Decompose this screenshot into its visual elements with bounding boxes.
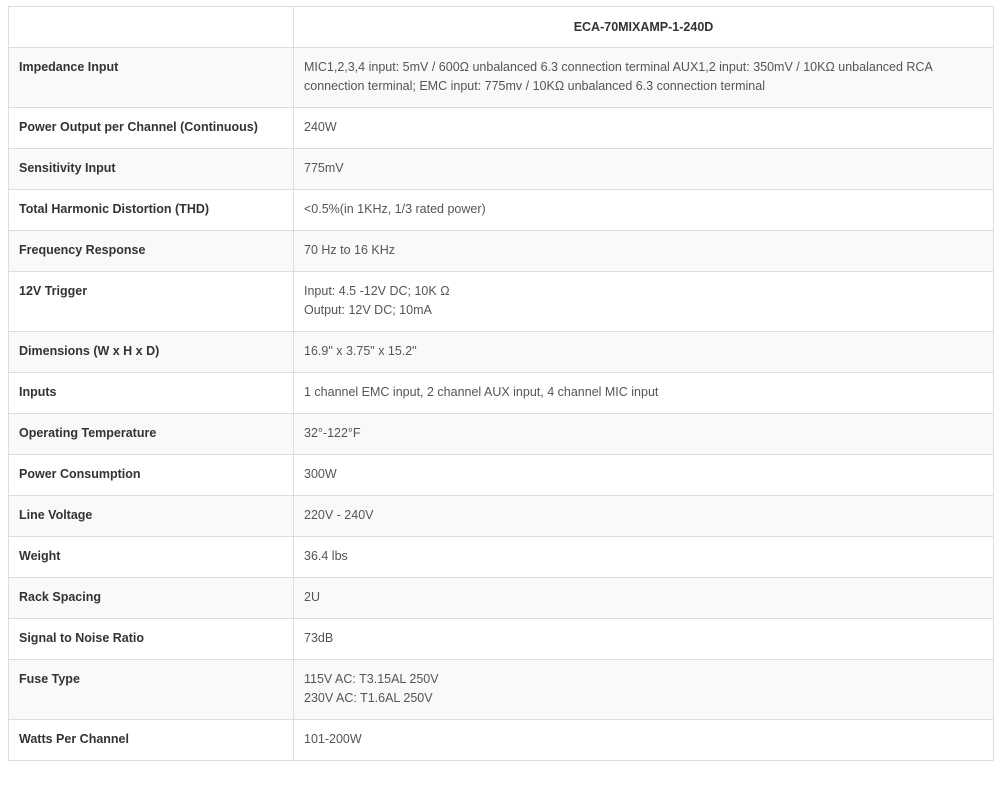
spec-value: 1 channel EMC input, 2 channel AUX input… <box>293 372 994 414</box>
spec-label: Operating Temperature <box>8 413 294 455</box>
spec-label: Total Harmonic Distortion (THD) <box>8 189 294 231</box>
spec-row: Inputs 1 channel EMC input, 2 channel AUX… <box>8 372 994 414</box>
spec-row: Impedance Input MIC1,2,3,4 input: 5mV / 6… <box>8 47 994 108</box>
spec-value-line: MIC1,2,3,4 input: 5mV / 600Ω unbalanced … <box>304 60 933 93</box>
spec-value-line: Output: 12V DC; 10mA <box>304 303 432 317</box>
spec-value: 2U <box>293 577 994 619</box>
spec-row: Frequency Response 70 Hz to 16 KHz <box>8 230 994 272</box>
spec-row: Weight 36.4 lbs <box>8 536 994 578</box>
spec-row: Watts Per Channel 101-200W <box>8 719 994 761</box>
spec-row: Sensitivity Input 775mV <box>8 148 994 190</box>
spec-row: Dimensions (W x H x D) 16.9" x 3.75" x 15… <box>8 331 994 373</box>
spec-value-line: 36.4 lbs <box>304 549 348 563</box>
spec-value-line: 775mV <box>304 161 344 175</box>
spec-table: ECA-70MIXAMP-1-240D Impedance Input MIC1,… <box>8 6 994 761</box>
spec-value: 16.9" x 3.75" x 15.2" <box>293 331 994 373</box>
spec-row: Fuse Type 115V AC: T3.15AL 250V 230V AC: T… <box>8 659 994 720</box>
spec-value: 775mV <box>293 148 994 190</box>
spec-label: Inputs <box>8 372 294 414</box>
spec-value-line: 300W <box>304 467 337 481</box>
spec-row: Rack Spacing 2U <box>8 577 994 619</box>
spec-value: 300W <box>293 454 994 496</box>
spec-row: Total Harmonic Distortion (THD) <0.5%(in … <box>8 189 994 231</box>
spec-label: Weight <box>8 536 294 578</box>
spec-row: Operating Temperature 32°-122°F <box>8 413 994 455</box>
header-corner-cell <box>8 6 294 48</box>
spec-row: Signal to Noise Ratio 73dB <box>8 618 994 660</box>
spec-value-line: 70 Hz to 16 KHz <box>304 243 396 257</box>
spec-label: Signal to Noise Ratio <box>8 618 294 660</box>
spec-label: Line Voltage <box>8 495 294 537</box>
spec-value-line: <0.5%(in 1KHz, 1/3 rated power) <box>304 202 486 216</box>
spec-value-line: 101-200W <box>304 732 362 746</box>
spec-row: Power Consumption 300W <box>8 454 994 496</box>
spec-value: 73dB <box>293 618 994 660</box>
spec-row: Line Voltage 220V - 240V <box>8 495 994 537</box>
spec-label: 12V Trigger <box>8 271 294 332</box>
spec-row: Power Output per Channel (Continuous) 240… <box>8 107 994 149</box>
spec-value-line: 230V AC: T1.6AL 250V <box>304 691 433 705</box>
spec-value: Input: 4.5 -12V DC; 10K Ω Output: 12V DC;… <box>293 271 994 332</box>
spec-value: 115V AC: T3.15AL 250V 230V AC: T1.6AL 250… <box>293 659 994 720</box>
spec-value: 101-200W <box>293 719 994 761</box>
spec-label: Rack Spacing <box>8 577 294 619</box>
spec-label: Dimensions (W x H x D) <box>8 331 294 373</box>
spec-label: Power Output per Channel (Continuous) <box>8 107 294 149</box>
spec-value: 36.4 lbs <box>293 536 994 578</box>
spec-value: 32°-122°F <box>293 413 994 455</box>
spec-value: 70 Hz to 16 KHz <box>293 230 994 272</box>
spec-value-line: 73dB <box>304 631 334 645</box>
spec-label: Impedance Input <box>8 47 294 108</box>
header-row: ECA-70MIXAMP-1-240D <box>8 6 994 48</box>
spec-value-line: 220V - 240V <box>304 508 374 522</box>
spec-table-header: ECA-70MIXAMP-1-240D <box>8 6 994 48</box>
spec-value-line: 115V AC: T3.15AL 250V <box>304 672 439 686</box>
spec-label: Watts Per Channel <box>8 719 294 761</box>
spec-value-line: 32°-122°F <box>304 426 361 440</box>
spec-value-line: 240W <box>304 120 337 134</box>
spec-value-line: Input: 4.5 -12V DC; 10K Ω <box>304 284 450 298</box>
spec-label: Fuse Type <box>8 659 294 720</box>
spec-label: Power Consumption <box>8 454 294 496</box>
spec-value: 220V - 240V <box>293 495 994 537</box>
spec-label: Frequency Response <box>8 230 294 272</box>
spec-value-line: 1 channel EMC input, 2 channel AUX input… <box>304 385 659 399</box>
model-name-heading: ECA-70MIXAMP-1-240D <box>293 6 994 48</box>
spec-value: 240W <box>293 107 994 149</box>
spec-value-line: 2U <box>304 590 320 604</box>
spec-label: Sensitivity Input <box>8 148 294 190</box>
spec-value: MIC1,2,3,4 input: 5mV / 600Ω unbalanced … <box>293 47 994 108</box>
spec-table-body: Impedance Input MIC1,2,3,4 input: 5mV / 6… <box>8 47 994 761</box>
spec-value: <0.5%(in 1KHz, 1/3 rated power) <box>293 189 994 231</box>
spec-value-line: 16.9" x 3.75" x 15.2" <box>304 344 417 358</box>
spec-row: 12V Trigger Input: 4.5 -12V DC; 10K Ω Outp… <box>8 271 994 332</box>
